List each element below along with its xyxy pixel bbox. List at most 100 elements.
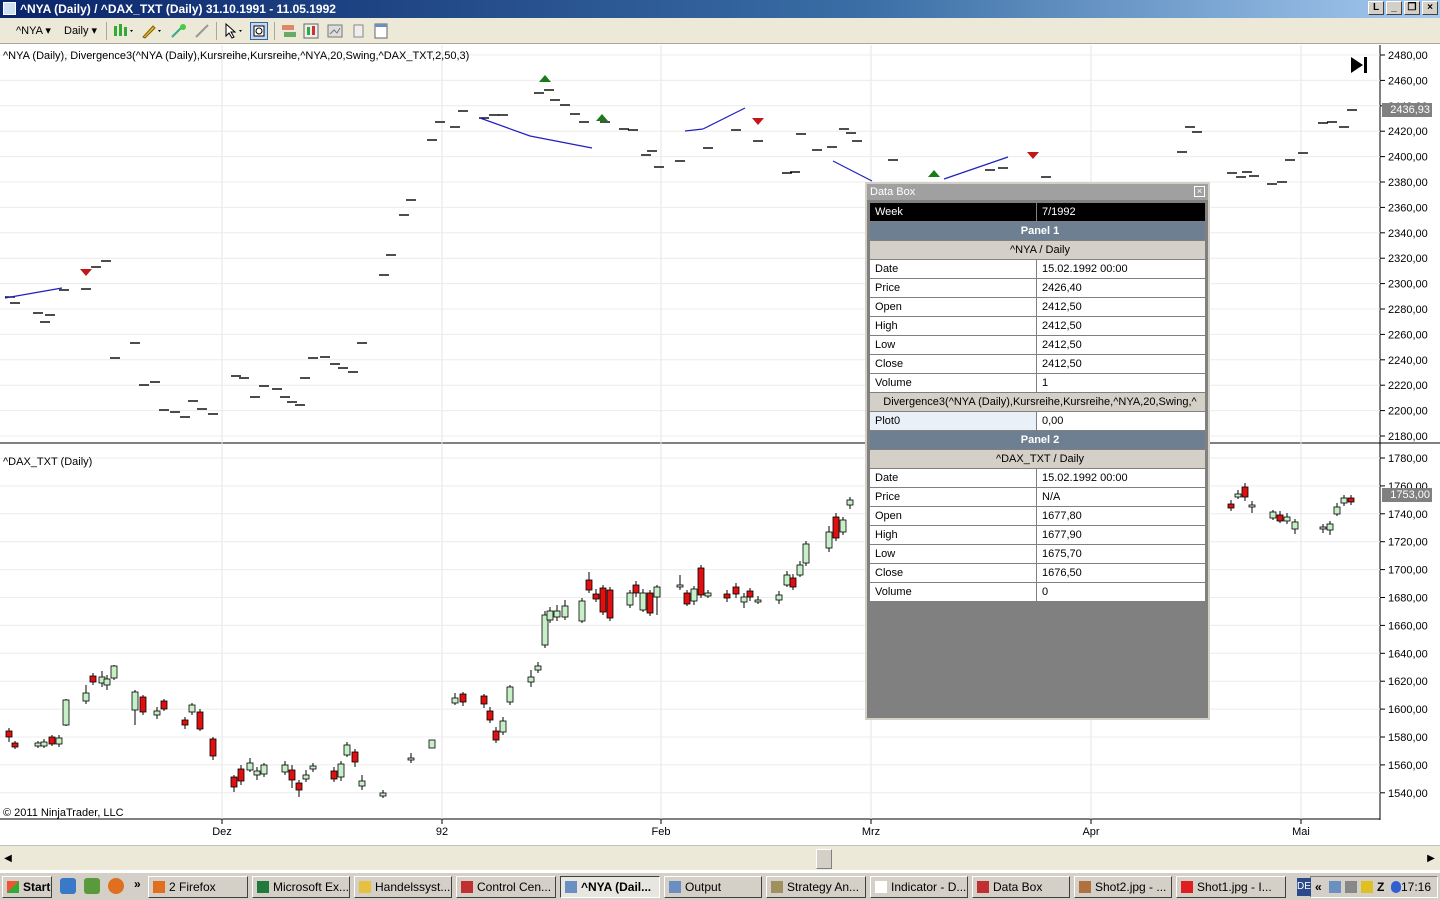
firefox-quicklaunch-icon[interactable]: [108, 878, 124, 894]
candle-body: [546, 610, 554, 621]
quicklaunch-app-icon[interactable]: [84, 878, 100, 894]
taskbar-app-icon: [359, 881, 371, 893]
window-title-bar[interactable]: ^NYA (Daily) / ^DAX_TXT (Daily) 31.10.19…: [0, 0, 1440, 18]
interval-selector[interactable]: Daily ▾: [64, 22, 97, 40]
y-tick-label: 2320,00: [1388, 253, 1428, 265]
print-icon[interactable]: [350, 22, 368, 40]
start-button[interactable]: Start: [2, 876, 52, 898]
start-label: Start: [23, 880, 51, 894]
signal-arrow-down: [80, 269, 92, 276]
y-tick-label: 1640,00: [1388, 648, 1428, 660]
candle-body: [302, 774, 310, 780]
strategy-icon[interactable]: [194, 22, 212, 40]
bluetooth-icon[interactable]: [1391, 881, 1401, 893]
candle-body: [11, 742, 19, 748]
y-tick-label: 2280,00: [1388, 304, 1428, 316]
data-box-title-bar[interactable]: Data Box ×: [867, 184, 1208, 200]
candle-body: [281, 764, 289, 773]
restore-button[interactable]: ❐: [1404, 1, 1420, 15]
price-chart[interactable]: Dez92FebMrzAprMai2480,002460,002440,0024…: [0, 45, 1440, 845]
taskbar-item[interactable]: Shot2.jpg - ...: [1074, 876, 1172, 898]
candle-body: [139, 696, 147, 713]
add-indicator-icon[interactable]: [170, 22, 188, 40]
close-button[interactable]: ×: [1422, 1, 1438, 15]
y-tick-label: 2180,00: [1388, 431, 1428, 443]
divergence-line: [832, 160, 873, 182]
taskbar-item[interactable]: Control Cen...: [456, 876, 556, 898]
instrument-selector[interactable]: ^NYA ▾: [16, 22, 51, 40]
taskbar-item[interactable]: Microsoft Ex...: [252, 876, 350, 898]
taskbar-item[interactable]: Output: [664, 876, 762, 898]
chart-area[interactable]: Dez92FebMrzAprMai2480,002460,002440,0024…: [0, 45, 1440, 845]
candle-body: [246, 762, 254, 771]
drawing-tool-icon[interactable]: [140, 22, 161, 40]
properties-icon[interactable]: [302, 22, 320, 40]
data-box-title: Data Box: [870, 186, 916, 198]
taskbar-item[interactable]: Handelssyst...: [354, 876, 452, 898]
candle-body: [754, 599, 762, 603]
candle-body: [358, 780, 366, 787]
candle-body: [606, 589, 614, 619]
taskbar-item[interactable]: Shot1.jpg - I...: [1176, 876, 1286, 898]
panel1-series: ^NYA / Daily: [869, 240, 1206, 260]
candle-body: [62, 699, 70, 726]
candle-body: [1333, 506, 1341, 515]
candle-body: [379, 792, 387, 797]
scroll-right-icon[interactable]: ▶: [1425, 850, 1437, 868]
data-box-close-icon[interactable]: ×: [1194, 186, 1205, 197]
y-tick-label: 2300,00: [1388, 279, 1428, 291]
y-tick-label: 1600,00: [1388, 704, 1428, 716]
candle-body: [704, 592, 712, 597]
minimize-button[interactable]: _: [1386, 1, 1402, 15]
windows-taskbar: Start » 2 Firefox Microsoft Ex... Handelss…: [0, 872, 1440, 900]
panel1-close-label: Close: [869, 354, 1037, 374]
tray-expand-icon[interactable]: «: [1315, 877, 1322, 897]
panel1-close-value: 2412,50: [1036, 354, 1206, 374]
data-box-table: Week 7/1992 Panel 1 ^NYA / Daily Date 15.…: [869, 202, 1206, 602]
candle-body: [55, 737, 63, 745]
chart-horizontal-scrollbar[interactable]: ◀ ▶: [0, 845, 1440, 870]
candle-body: [343, 744, 351, 756]
quicklaunch-more-icon[interactable]: »: [134, 877, 141, 891]
show-desktop-icon[interactable]: [60, 878, 76, 894]
candle-body: [492, 730, 500, 741]
instrument-link-icon[interactable]: [280, 22, 298, 40]
data-box-window[interactable]: Data Box × Week 7/1992 Panel 1 ^NYA / Da…: [865, 182, 1210, 720]
z-tray-icon[interactable]: Z: [1377, 877, 1384, 897]
data-box-icon[interactable]: [250, 22, 268, 40]
candle-body: [1241, 486, 1249, 498]
y-tick-label: 2200,00: [1388, 406, 1428, 418]
panel1-low-label: Low: [869, 335, 1037, 355]
taskbar-item[interactable]: Data Box: [972, 876, 1070, 898]
help-button[interactable]: L: [1368, 1, 1384, 15]
alert-icon[interactable]: [1361, 881, 1373, 893]
candle-body: [209, 738, 217, 757]
taskbar-item[interactable]: 2 Firefox: [148, 876, 248, 898]
candle-body: [832, 516, 840, 539]
panel2-high-label: High: [869, 525, 1037, 545]
language-indicator[interactable]: DE: [1297, 878, 1311, 896]
candle-body: [428, 739, 436, 749]
window-layout-icon[interactable]: [372, 22, 390, 40]
scroll-thumb[interactable]: [816, 849, 832, 869]
scroll-to-end-icon[interactable]: [1348, 55, 1370, 75]
scroll-left-icon[interactable]: ◀: [2, 850, 14, 868]
candle-body: [1326, 523, 1334, 531]
panel1-last-price: 2436,93: [1382, 103, 1432, 117]
taskbar-item[interactable]: ^NYA (Dail...: [560, 876, 660, 898]
candle-body: [82, 692, 90, 702]
safely-remove-icon[interactable]: [1345, 881, 1357, 893]
panel1-high-label: High: [869, 316, 1037, 336]
panel1-label: ^NYA (Daily), Divergence3(^NYA (Daily),K…: [3, 50, 470, 62]
snapshot-icon[interactable]: [326, 22, 344, 40]
candle-body: [103, 678, 111, 686]
x-tick-label: Mrz: [862, 826, 880, 838]
cursor-tool-icon[interactable]: [222, 22, 242, 40]
network-icon[interactable]: [1329, 881, 1341, 893]
taskbar-item[interactable]: Strategy An...: [766, 876, 866, 898]
taskbar-item[interactable]: Indicator - D...: [870, 876, 968, 898]
signal-arrow-down: [752, 118, 764, 125]
chart-style-icon[interactable]: [112, 22, 133, 40]
candle-body: [802, 543, 810, 564]
clock[interactable]: 17:16: [1401, 877, 1431, 897]
